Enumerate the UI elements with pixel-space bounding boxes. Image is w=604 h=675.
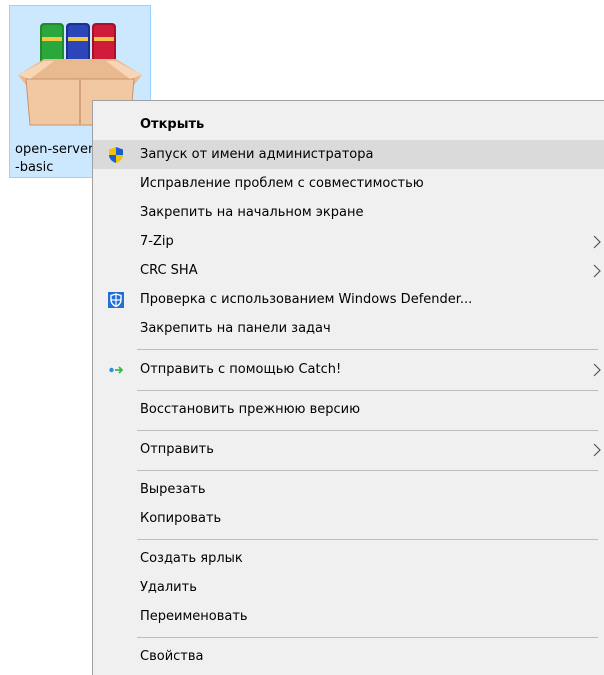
menu-item-label: Проверка с использованием Windows Defend… (140, 292, 473, 307)
menu-item-crc-sha[interactable]: CRC SHA (93, 256, 604, 285)
menu-item-label: Удалить (140, 580, 197, 595)
menu-item-cut[interactable]: Вырезать (93, 475, 604, 504)
menu-item-label: Закрепить на панели задач (140, 321, 331, 336)
context-menu: Открыть Запуск от имени администратора И… (92, 100, 604, 675)
menu-item-label: Запуск от имени администратора (140, 147, 374, 162)
menu-separator (137, 539, 598, 540)
menu-item-7zip[interactable]: 7-Zip (93, 227, 604, 256)
menu-item-windows-defender-scan[interactable]: Проверка с использованием Windows Defend… (93, 285, 604, 314)
menu-item-label: CRC SHA (140, 263, 198, 278)
menu-item-copy[interactable]: Копировать (93, 504, 604, 533)
uac-shield-icon (109, 147, 123, 163)
menu-item-label: Свойства (140, 649, 204, 664)
menu-item-create-shortcut[interactable]: Создать ярлык (93, 544, 604, 573)
menu-item-label: Отправить (140, 442, 214, 457)
menu-item-pin-to-start[interactable]: Закрепить на начальном экране (93, 198, 604, 227)
menu-separator (137, 637, 598, 638)
chevron-right-icon (593, 235, 601, 249)
menu-item-open[interactable]: Открыть (93, 110, 604, 139)
menu-item-label: Отправить с помощью Catch! (140, 362, 342, 377)
menu-item-label: Открыть (140, 117, 205, 132)
menu-item-send-with-catch[interactable]: Отправить с помощью Catch! (93, 355, 604, 384)
menu-item-rename[interactable]: Переименовать (93, 602, 604, 631)
menu-item-label: 7-Zip (140, 234, 174, 249)
menu-item-run-as-admin[interactable]: Запуск от имени администратора (93, 140, 604, 169)
catch-icon (109, 366, 124, 374)
menu-item-label: Восстановить прежнюю версию (140, 402, 361, 417)
menu-item-label: Переименовать (140, 609, 248, 624)
windows-defender-icon (108, 292, 124, 308)
menu-item-send-to[interactable]: Отправить (93, 435, 604, 464)
menu-item-label: Копировать (140, 511, 222, 526)
menu-item-label: Исправление проблем с совместимостью (140, 176, 424, 191)
menu-item-label: Закрепить на начальном экране (140, 205, 364, 220)
menu-separator (137, 349, 598, 350)
chevron-right-icon (593, 363, 601, 377)
menu-item-label: Создать ярлык (140, 551, 243, 566)
menu-item-label: Вырезать (140, 482, 206, 497)
menu-item-properties[interactable]: Свойства (93, 642, 604, 671)
menu-separator (137, 390, 598, 391)
menu-separator (137, 430, 598, 431)
menu-separator (137, 470, 598, 471)
chevron-right-icon (593, 264, 601, 278)
menu-item-pin-to-taskbar[interactable]: Закрепить на панели задач (93, 314, 604, 343)
menu-item-troubleshoot-compatibility[interactable]: Исправление проблем с совместимостью (93, 169, 604, 198)
chevron-right-icon (593, 443, 601, 457)
menu-item-delete[interactable]: Удалить (93, 573, 604, 602)
menu-item-restore-previous-versions[interactable]: Восстановить прежнюю версию (93, 395, 604, 424)
